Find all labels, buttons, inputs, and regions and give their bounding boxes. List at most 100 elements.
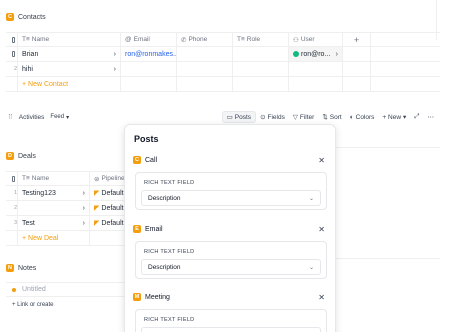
filter-icon: ▽ [292,114,298,121]
close-icon[interactable]: ✕ [318,225,325,234]
add-row: + New Contact [6,77,440,92]
palette-icon: ◐ [349,113,354,121]
flag-icon: ◤ [94,190,100,197]
table-row[interactable]: 2 hihi › [6,62,440,77]
link-or-create-button[interactable]: + Link or create [12,302,54,308]
colors-button[interactable]: ◐ Colors [346,113,379,122]
notes-title: Notes [18,264,37,272]
add-row: + New Deal [6,231,126,246]
col-user: User [300,36,315,43]
contact-phone[interactable] [177,47,233,61]
chevron-down-icon: ⌄ [308,195,314,202]
contact-role[interactable] [233,47,289,61]
posts-popover: Posts C Call ✕ RICH TEXT FIELD Descripti… [124,124,336,332]
deals-header: D Deals [6,152,36,160]
table-row[interactable]: 2 › ◤ Default [6,201,126,216]
view-select[interactable]: Feed ▾ [46,113,73,122]
rich-text-field-card: RICH TEXT FIELD Description ⌄ [135,241,327,279]
deal-pipeline[interactable]: Default [101,190,123,197]
deal-pipeline[interactable]: Default [101,205,123,212]
close-icon[interactable]: ✕ [318,156,325,165]
chevron-right-icon[interactable]: › [114,66,116,73]
deals-title: Deals [18,152,36,160]
sort-button[interactable]: ⇅ Sort [318,112,345,122]
col-pipeline: Pipeline [101,175,125,182]
list-item[interactable]: Untitled [6,282,126,297]
text-type-icon: T≡ [22,175,30,182]
field-select[interactable]: Description ⌄ [141,259,321,275]
add-column-button[interactable]: + [343,33,371,46]
col-role: Role [246,36,261,43]
col-email: Email [133,36,150,43]
chevron-right-icon[interactable]: › [83,205,85,212]
post-type-email: E Email ✕ [133,225,327,234]
select-all-checkbox[interactable] [12,36,15,43]
divider [336,258,440,259]
drag-handle-icon[interactable]: ⠿ [8,113,13,121]
select-all-checkbox[interactable] [12,175,15,182]
filter-button[interactable]: ▽ Filter [289,112,318,122]
email-icon: E [133,225,141,233]
rich-text-field-card: RICH TEXT FIELD [135,309,327,332]
contacts-icon: C [6,13,14,21]
contact-name: hihi [22,65,33,73]
row-number: 2 [6,62,18,76]
close-icon[interactable]: ✕ [318,293,325,302]
contacts-table-header: T≡ Name @ Email ✆ Phone T≡ Role ⚇ User + [6,32,440,47]
contact-user[interactable]: ron@ro... › [289,47,343,61]
expand-icon[interactable]: ⤢ [410,112,423,122]
contact-name: Brian [22,50,39,58]
fields-icon: ⊙ [260,114,266,121]
chevron-right-icon[interactable]: › [83,220,85,227]
contacts-header: C Contacts [6,13,46,21]
field-select[interactable]: Description ⌄ [141,190,321,206]
fields-button[interactable]: ⊙ Fields [256,112,289,122]
chevron-right-icon[interactable]: › [83,190,85,197]
post-type-label: Call [145,156,158,164]
row-checkbox[interactable] [12,51,15,57]
post-type-label: Email [145,225,163,233]
contacts-title: Contacts [18,13,46,21]
posts-icon: ▭ [226,114,233,121]
post-type-label: Meeting [145,293,170,301]
more-icon[interactable]: ⋯ [424,112,439,122]
field-label: RICH TEXT FIELD [144,180,195,186]
table-row[interactable]: 1 Testing123 › ◤ Default [6,186,126,201]
deal-pipeline[interactable]: Default [101,220,123,227]
text-type-icon: T≡ [237,36,245,43]
deal-name: Test [22,219,35,227]
activities-title: Activities [18,113,45,121]
flag-icon: ◤ [94,220,100,227]
posts-popover-title: Posts [134,134,159,144]
post-type-meeting: M Meeting ✕ [133,293,327,302]
chevron-right-icon[interactable]: › [336,51,338,58]
chevron-down-icon: ⌄ [308,264,314,271]
table-row[interactable]: 3 Test › ◤ Default [6,216,126,231]
phone-icon: ✆ [181,36,187,44]
col-phone: Phone [188,36,208,43]
deal-name: Testing123 [22,189,56,197]
meeting-icon: M [133,293,141,301]
field-label: RICH TEXT FIELD [144,317,195,323]
contact-email[interactable]: ron@ronmakes... [121,47,177,61]
col-name: Name [31,175,50,182]
chevron-down-icon: ▾ [66,114,70,121]
deals-icon: D [6,152,14,160]
chevron-down-icon: ▾ [403,114,407,121]
posts-button[interactable]: ▭ Posts [221,111,257,123]
table-row[interactable]: Brian › ron@ronmakes... ron@ro... › [6,47,440,62]
post-type-call: C Call ✕ [133,156,327,165]
notes-icon: N [6,264,14,272]
new-button[interactable]: + New ▾ [378,112,410,122]
new-deal-button[interactable]: + New Deal [18,231,90,245]
rich-text-field-card: RICH TEXT FIELD Description ⌄ [135,172,327,210]
field-label: RICH TEXT FIELD [144,249,195,255]
chevron-right-icon[interactable]: › [114,51,116,58]
note-title: Untitled [22,286,46,293]
avatar [293,51,299,57]
users-icon: ⚇ [293,36,299,44]
new-contact-button[interactable]: + New Contact [18,77,121,91]
note-dot-icon [12,287,16,292]
deals-table-header: T≡ Name ⊜ Pipeline [6,171,126,186]
field-select[interactable] [141,327,321,332]
